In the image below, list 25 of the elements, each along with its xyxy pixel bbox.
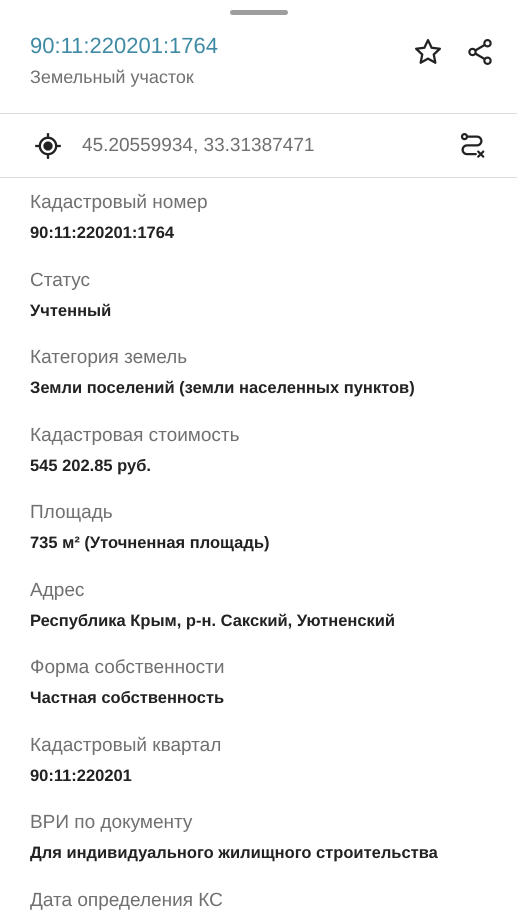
field-value: 90:11:220201: [30, 766, 133, 786]
field-label: Кадастровая стоимость: [30, 424, 241, 446]
parcel-type: Земельный участок: [30, 67, 195, 88]
field-value: Частная собственность: [30, 689, 226, 708]
field-label: Форма собственности: [30, 657, 226, 679]
drag-handle[interactable]: [230, 10, 288, 15]
field-value: 90:11:220201:1764: [30, 224, 176, 243]
field-value: 735 м² (Уточненная площадь): [30, 534, 270, 553]
field-label: Кадастровый квартал: [30, 734, 222, 756]
coordinates: 45.20559934, 33.31387471: [82, 134, 316, 156]
field-label: Категория земель: [30, 347, 188, 369]
field-label: Кадастровый номер: [30, 192, 209, 214]
location-target-icon[interactable]: [34, 132, 62, 160]
field-label: Статус: [30, 270, 92, 292]
field-label: Адрес: [30, 580, 86, 602]
field-label: Дата определения КС: [30, 890, 224, 910]
field-value: Для индивидуального жилищного строительства: [30, 844, 439, 863]
field-value: Республика Крым, р-н. Сакский, Уютненский: [30, 612, 396, 630]
field-value: 545 202.85 руб.: [30, 456, 152, 476]
field-value: Земли поселений (земли населенных пунктов): [30, 379, 416, 398]
field-value: Учтенный: [30, 302, 112, 320]
field-label: Площадь: [30, 502, 114, 524]
parcel-title: 90:11:220201:1764: [30, 33, 218, 59]
field-label: ВРИ по документу: [30, 812, 194, 834]
star-icon[interactable]: [413, 37, 443, 67]
